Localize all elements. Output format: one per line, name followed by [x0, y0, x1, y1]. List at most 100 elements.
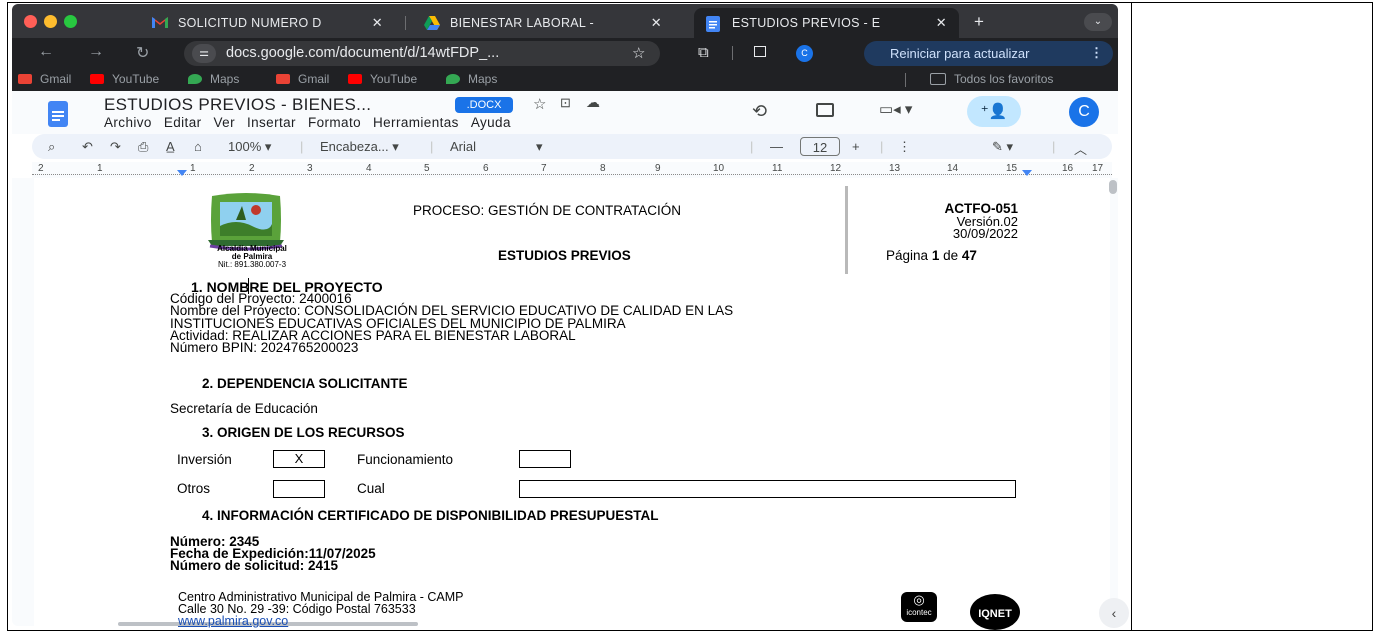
tab-search-icon[interactable]: ⌄: [1084, 13, 1112, 31]
print-icon[interactable]: ⎙: [138, 139, 148, 155]
tab-title: SOLICITUD NUMERO D: [178, 16, 322, 30]
site-settings-icon[interactable]: ⚌: [192, 44, 216, 63]
section-4-title: 4. INFORMACIÓN CERTIFICADO DE DISPONIBIL…: [202, 508, 659, 523]
collapse-menus-icon[interactable]: ︿: [1074, 139, 1087, 158]
section-3-title: 3. ORIGEN DE LOS RECURSOS: [202, 425, 405, 440]
search-menus-icon[interactable]: ⌕: [48, 139, 55, 155]
menu-insertar[interactable]: Insertar: [247, 115, 296, 130]
tab-bienestar[interactable]: BIENESTAR LABORAL - ✕: [412, 8, 674, 38]
iqnet-seal: IQNET: [970, 594, 1020, 630]
forward-icon[interactable]: →: [88, 43, 104, 61]
increase-font-size-button[interactable]: +: [852, 139, 860, 154]
address-bar-row: ← → ↻ ⚌ docs.google.com/document/d/14wtF…: [12, 38, 1118, 69]
toolbar-separator: |: [300, 139, 304, 154]
cloud-status-icon[interactable]: ☁: [586, 94, 600, 111]
menu-formato[interactable]: Formato: [308, 115, 361, 130]
collapse-side-panel-icon[interactable]: ‹: [1099, 598, 1129, 628]
menu-archivo[interactable]: Archivo: [104, 115, 152, 130]
otros-checkbox[interactable]: [273, 480, 325, 498]
maximize-window-button[interactable]: [64, 15, 77, 28]
page-indicator: Página 1 de 47: [886, 249, 977, 263]
reload-icon[interactable]: ↻: [136, 43, 149, 63]
document-title[interactable]: ESTUDIOS PREVIOS - BIENES...: [104, 95, 371, 115]
docs-icon: [706, 16, 722, 32]
minimize-window-button[interactable]: [44, 15, 57, 28]
vertical-scrollbar[interactable]: [1109, 180, 1117, 194]
tab-strip: SOLICITUD NUMERO D ✕ BIENESTAR LABORAL -…: [12, 4, 1118, 38]
more-menu-icon[interactable]: ⋮: [1090, 45, 1103, 61]
paragraph-style-select[interactable]: Encabeza... ▾: [320, 139, 399, 155]
footer-website-link[interactable]: www.palmira.gov.co: [178, 614, 288, 628]
folder-icon: [930, 73, 946, 85]
inversion-checkbox[interactable]: X: [273, 450, 325, 468]
bookmark-gmail[interactable]: Gmail: [276, 72, 329, 86]
url-field[interactable]: ⚌ docs.google.com/document/d/14wtFDP_...…: [184, 41, 660, 66]
bookmark-youtube[interactable]: YouTube: [90, 72, 159, 86]
spellcheck-icon[interactable]: A̲: [166, 139, 175, 154]
account-avatar[interactable]: C: [1069, 97, 1099, 127]
bookmark-label: YouTube: [112, 72, 160, 86]
paragraph-style-value: Encabeza...: [320, 139, 389, 154]
docs-header: ESTUDIOS PREVIOS - BIENES... .DOCX ☆ ⊡ ☁…: [12, 91, 1118, 134]
profile-avatar[interactable]: C: [796, 45, 813, 62]
ruler-number: 6: [483, 163, 489, 174]
star-icon[interactable]: ☆: [533, 95, 546, 113]
editing-mode-icon[interactable]: ✎ ▾: [992, 139, 1013, 155]
gmail-icon: [152, 16, 168, 30]
bookmark-maps[interactable]: Maps: [188, 72, 239, 86]
menu-herramientas[interactable]: Herramientas: [373, 115, 459, 130]
bookmark-star-icon[interactable]: ☆: [632, 44, 645, 62]
close-tab-icon[interactable]: ✕: [936, 15, 947, 31]
back-icon[interactable]: ←: [38, 43, 54, 61]
decrease-font-size-button[interactable]: —: [770, 139, 783, 154]
close-tab-icon[interactable]: ✕: [651, 15, 662, 31]
share-button[interactable]: ⁺👤: [967, 96, 1021, 127]
version-history-icon[interactable]: ⟲: [752, 101, 767, 122]
undo-icon[interactable]: ↶: [82, 139, 93, 155]
right-indent-marker[interactable]: [1022, 170, 1032, 176]
funcionamiento-checkbox[interactable]: [519, 450, 571, 468]
new-tab-button[interactable]: +: [974, 12, 984, 32]
font-size-field[interactable]: 12: [800, 137, 840, 156]
ruler-number: 5: [424, 163, 430, 174]
page-total: 47: [961, 248, 977, 263]
toolbar-separator: [732, 46, 733, 60]
close-tab-icon[interactable]: ✕: [372, 15, 383, 31]
redo-icon[interactable]: ↷: [110, 139, 121, 155]
update-button-label: Reiniciar para actualizar: [890, 46, 1030, 61]
paint-format-icon[interactable]: ⌂: [194, 139, 202, 154]
close-window-button[interactable]: [24, 15, 37, 28]
menu-ayuda[interactable]: Ayuda: [471, 115, 511, 130]
ruler-number: 7: [541, 163, 547, 174]
extensions-icon[interactable]: ⧉: [698, 44, 709, 61]
all-bookmarks-folder[interactable]: Todos los favoritos: [930, 72, 1053, 86]
tab-estudios-previos[interactable]: ESTUDIOS PREVIOS - E ✕: [694, 8, 959, 38]
meet-icon[interactable]: ▭◂ ▾: [879, 100, 912, 118]
drive-icon: [424, 16, 440, 30]
header-separator: [845, 186, 848, 274]
cual-field[interactable]: [519, 480, 1016, 498]
menu-ver[interactable]: Ver: [214, 115, 235, 130]
more-tools-icon[interactable]: ⋮: [898, 139, 911, 155]
bookmark-youtube[interactable]: YouTube: [348, 72, 417, 86]
cual-label: Cual: [357, 481, 385, 496]
side-panel-icon[interactable]: [754, 46, 766, 57]
bookmark-maps[interactable]: Maps: [446, 72, 497, 86]
ruler-number: 17: [1092, 163, 1104, 174]
docs-home-icon[interactable]: [48, 101, 68, 127]
move-folder-icon[interactable]: ⊡: [560, 95, 571, 111]
zoom-select[interactable]: 100% ▾: [228, 139, 271, 155]
font-select[interactable]: Arial ▾: [450, 139, 543, 155]
logo-caption-line: Nit.: 891.380.007-3: [217, 260, 287, 269]
tab-solicitud[interactable]: SOLICITUD NUMERO D ✕: [140, 8, 395, 38]
menu-editar[interactable]: Editar: [164, 115, 202, 130]
restart-to-update-button[interactable]: Reiniciar para actualizar ⋮: [864, 41, 1113, 66]
document-date: 30/09/2022: [952, 226, 1018, 241]
header-process: PROCESO: GESTIÓN DE CONTRATACIÓN: [413, 203, 682, 218]
section-2-title: 2. DEPENDENCIA SOLICITANTE: [202, 376, 408, 391]
ruler-number: 8: [600, 163, 606, 174]
bookmark-gmail[interactable]: Gmail: [18, 72, 71, 86]
comments-icon[interactable]: [816, 103, 834, 117]
bookmark-label: Maps: [468, 72, 498, 86]
left-indent-marker[interactable]: [177, 170, 187, 176]
